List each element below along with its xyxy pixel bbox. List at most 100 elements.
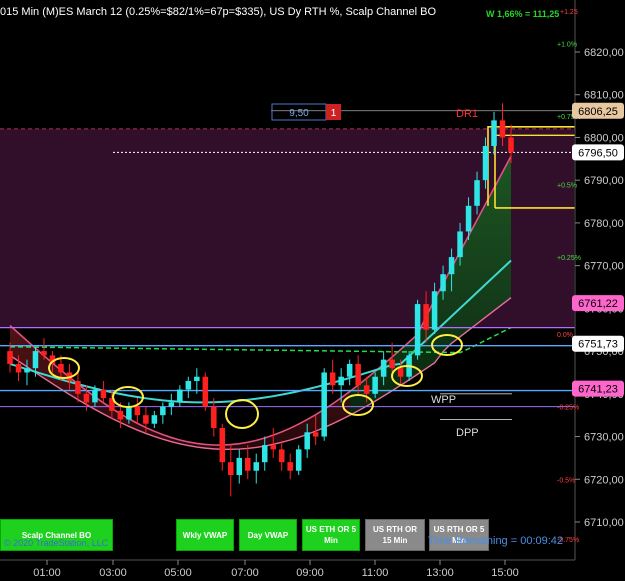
- candle: [278, 440, 285, 471]
- candle: [202, 372, 209, 411]
- candle: [185, 376, 192, 399]
- pct-label: +0.5%: [557, 182, 577, 189]
- candle-body: [126, 406, 132, 420]
- candle-body: [329, 372, 336, 386]
- candle-body: [168, 402, 175, 407]
- x-tick-label: 13:00: [426, 567, 454, 579]
- pct-label: -0.25%: [557, 405, 579, 412]
- candle-body: [397, 368, 404, 377]
- y-tick-label: 6810,00: [584, 90, 624, 102]
- candle-body: [177, 389, 183, 403]
- y-tick-label: 6800,00: [584, 132, 624, 144]
- candlestick-chart: 9,501DR1WPPDPP 6710,006720,006730,006740…: [0, 0, 624, 579]
- candle: [245, 445, 251, 480]
- y-tick-label: 6710,00: [584, 517, 624, 529]
- vwap-price-tag: 6751,73: [572, 335, 624, 352]
- candle: [414, 299, 421, 360]
- candle: [321, 368, 327, 441]
- us-rth-or-15-button[interactable]: US RTH OR 15 Min: [365, 519, 425, 551]
- x-tick-label: 07:00: [231, 567, 259, 579]
- candle-body: [508, 137, 514, 153]
- candle-body: [482, 146, 489, 181]
- y-tick-label: 6730,00: [584, 432, 624, 444]
- candle-body: [491, 120, 497, 146]
- dr1-price-tag-text: 6806,25: [578, 106, 618, 118]
- candle-body: [474, 180, 480, 206]
- candle-body: [151, 415, 158, 424]
- candle-body: [431, 291, 438, 330]
- x-tick-label: 15:00: [491, 567, 519, 579]
- lower-band-price-tag: 6741,23: [572, 380, 624, 397]
- candle-body: [312, 432, 319, 437]
- y-tick-label: 6820,00: [584, 47, 624, 59]
- candle-body: [414, 304, 421, 356]
- candle: [211, 398, 217, 437]
- candle-body: [117, 410, 124, 420]
- dpp-label: DPP: [456, 427, 479, 439]
- candle-body: [372, 376, 378, 394]
- candle-body: [304, 432, 310, 450]
- upper-band-price-tag-text: 6761,22: [578, 298, 618, 310]
- candle: [177, 385, 183, 407]
- y-tick-label: 6780,00: [584, 218, 624, 230]
- candle-body: [253, 462, 260, 471]
- candle-body: [363, 385, 370, 394]
- candle-body: [499, 120, 506, 138]
- y-tick-label: 6720,00: [584, 474, 624, 486]
- pct-label: 0.0%: [557, 332, 573, 339]
- x-tick-label: 11:00: [362, 567, 389, 579]
- vwap-price-tag-text: 6751,73: [578, 339, 618, 351]
- candle: [151, 410, 158, 428]
- upper-band-price-tag: 6761,22: [572, 295, 624, 312]
- candle-body: [278, 449, 285, 463]
- candle: [168, 393, 175, 416]
- y-tick-label: 6770,00: [584, 261, 624, 273]
- candle-body: [321, 372, 327, 437]
- candle-body: [32, 351, 39, 369]
- pct-label: +1.0%: [557, 41, 577, 48]
- weekly-range-badge: W 1,66% = 111,25: [486, 9, 560, 19]
- candle-body: [41, 351, 47, 356]
- us-eth-or-5-button[interactable]: US ETH OR 5 Min: [302, 519, 360, 551]
- candle-body: [389, 359, 395, 369]
- candle: [236, 449, 243, 484]
- candle-body: [270, 445, 276, 450]
- candle-body: [380, 359, 387, 377]
- candle-body: [423, 304, 429, 330]
- signal-ellipse: [225, 399, 259, 429]
- candle-body: [448, 257, 455, 275]
- candle-body: [295, 449, 302, 471]
- order-qty: 9,50: [289, 108, 309, 119]
- candle-body: [134, 406, 141, 416]
- pct-label: +0.25%: [557, 255, 581, 262]
- last-price-tag-text: 6796,50: [578, 147, 618, 159]
- candle: [219, 423, 226, 471]
- candle: [100, 381, 107, 403]
- y-tick-label: 6790,00: [584, 175, 624, 187]
- candle-body: [185, 381, 192, 390]
- candle: [346, 359, 353, 386]
- candle-body: [143, 415, 149, 424]
- candle-body: [457, 231, 463, 258]
- candle-body: [58, 363, 64, 373]
- candle-body: [194, 376, 200, 381]
- lower-band-price-tag-text: 6741,23: [578, 384, 618, 396]
- day-vwap-button[interactable]: Day VWAP: [239, 519, 297, 551]
- candle-body: [440, 274, 446, 292]
- candle-body: [261, 445, 268, 463]
- candle-body: [346, 363, 353, 377]
- candle: [295, 445, 302, 475]
- time-remaining: Time Remaining = 00:09:42: [428, 535, 564, 547]
- candle-body: [465, 205, 472, 232]
- candle-body: [228, 462, 234, 475]
- chart-title: 015 Min (M)ES March 12 (0.25%=$82/1%=67p…: [0, 6, 437, 18]
- candle-body: [355, 363, 361, 386]
- candle-body: [7, 351, 13, 364]
- candle-body: [338, 376, 344, 386]
- weekly-vwap-button[interactable]: Wkly VWAP: [176, 519, 234, 551]
- candle: [228, 445, 234, 497]
- candle-body: [245, 457, 251, 471]
- x-tick-label: 05:00: [164, 567, 192, 579]
- candle: [134, 398, 141, 424]
- candle-body: [24, 368, 30, 373]
